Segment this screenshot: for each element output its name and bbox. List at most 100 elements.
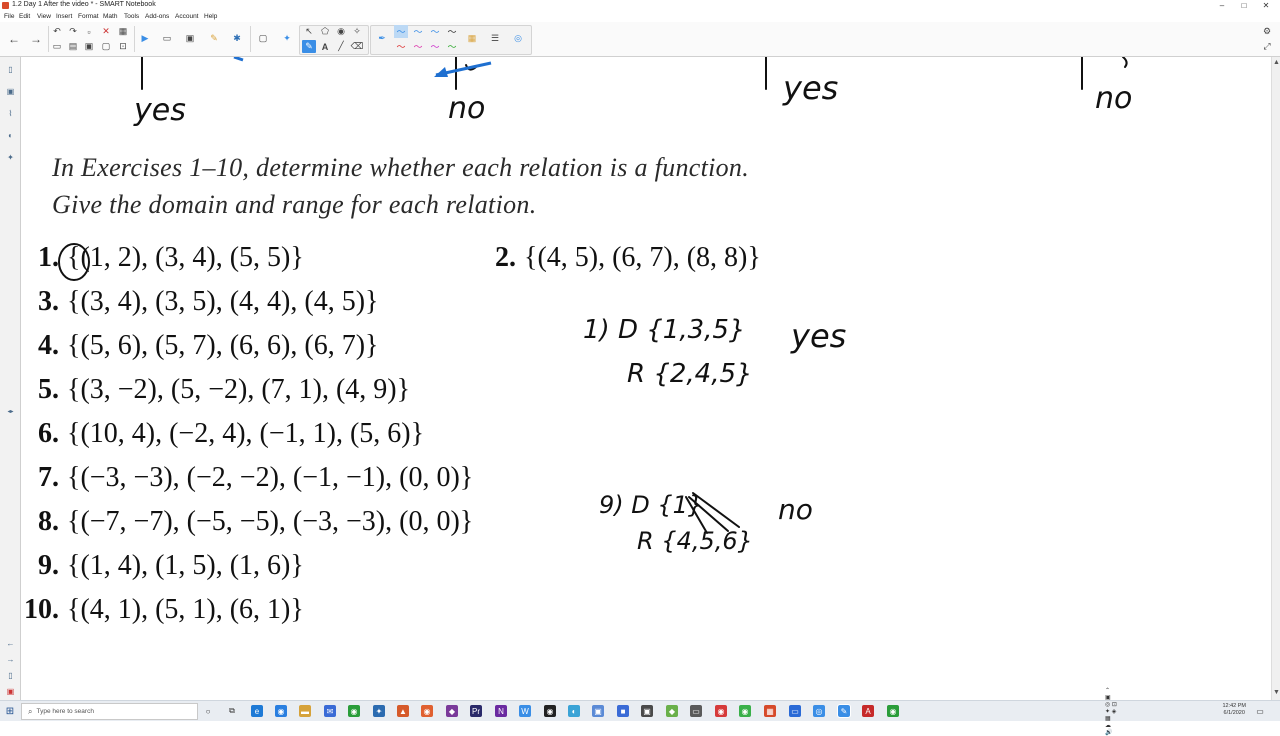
- minimize-icon[interactable]: –: [1210, 0, 1234, 11]
- pen-style-1-icon[interactable]: 〜: [394, 25, 408, 38]
- obs-icon[interactable]: ◉: [544, 705, 556, 717]
- app-icon-1[interactable]: ✦: [373, 705, 385, 717]
- mail-icon[interactable]: ✉: [324, 705, 336, 717]
- clock[interactable]: 12:42 PM 6/1/2020: [1222, 703, 1246, 717]
- pen-style-3-icon[interactable]: 〜: [428, 25, 442, 38]
- menu-edit[interactable]: Edit: [19, 13, 30, 20]
- menu-format[interactable]: Format: [78, 13, 99, 20]
- notifications-icon[interactable]: ▭: [1254, 705, 1266, 717]
- pen-style-4-icon[interactable]: 〜: [445, 25, 459, 38]
- maximize-icon[interactable]: □: [1232, 0, 1256, 11]
- vertical-scrollbar[interactable]: ▲ ▼: [1271, 57, 1280, 700]
- undo-icon[interactable]: ↶: [50, 25, 64, 38]
- onenote-icon[interactable]: N: [495, 705, 507, 717]
- app-icon-10[interactable]: ▭: [690, 705, 702, 717]
- next-page-icon[interactable]: →: [5, 653, 16, 665]
- menu-view[interactable]: View: [37, 13, 51, 20]
- line-style-icon[interactable]: ☰: [488, 32, 502, 45]
- text-icon[interactable]: A: [318, 40, 332, 53]
- chrome-icon[interactable]: ◉: [275, 705, 287, 717]
- save-icon[interactable]: ▣: [82, 40, 96, 53]
- delete-icon[interactable]: ✕: [99, 25, 113, 38]
- menu-help[interactable]: Help: [204, 13, 217, 20]
- app-icon-11[interactable]: ◉: [715, 705, 727, 717]
- chrome-2-icon[interactable]: ◉: [348, 705, 360, 717]
- pen-icon[interactable]: ✎: [302, 40, 316, 53]
- taskbar-search[interactable]: ⌕ Type here to search: [21, 703, 198, 720]
- app-icon-7[interactable]: ■: [617, 705, 629, 717]
- settings-icon[interactable]: ⚙: [1260, 25, 1274, 38]
- app-icon-15[interactable]: ◎: [813, 705, 825, 717]
- properties-tab-icon[interactable]: ◐: [5, 129, 16, 141]
- menu-file[interactable]: File: [4, 13, 14, 20]
- task-view-icon[interactable]: ⧉: [226, 705, 238, 717]
- premiere-icon[interactable]: Pr: [470, 705, 482, 717]
- screen-shade-icon[interactable]: ▶: [138, 32, 152, 45]
- notebook-page[interactable]: yes no yes no In Exercises 1–10, determi…: [21, 57, 1271, 700]
- pen-color-pink-icon[interactable]: 〜: [411, 40, 425, 53]
- color-palette-icon[interactable]: ▦: [465, 32, 479, 45]
- sidebar-toggle-icon[interactable]: ◂▸: [5, 405, 16, 417]
- edge-icon[interactable]: e: [251, 705, 263, 717]
- app-icon-13[interactable]: ▦: [764, 705, 776, 717]
- scroll-down-icon[interactable]: ▼: [1273, 689, 1280, 696]
- app-icon-14[interactable]: ▭: [789, 705, 801, 717]
- smart-notebook-icon[interactable]: ✎: [837, 704, 851, 718]
- scroll-up-icon[interactable]: ▲: [1273, 59, 1280, 66]
- menu-tools[interactable]: Tools: [124, 13, 139, 20]
- cortana-icon[interactable]: ○: [202, 705, 214, 717]
- pen-type-icon[interactable]: ✒: [375, 32, 389, 45]
- screen-icon[interactable]: ▢: [99, 40, 113, 53]
- previous-page-icon[interactable]: ←: [5, 637, 16, 649]
- paste-icon[interactable]: ▤: [66, 40, 80, 53]
- magic-pen-icon[interactable]: ✧: [350, 25, 364, 38]
- gallery-icon[interactable]: ▣: [5, 85, 16, 97]
- document-camera-icon[interactable]: ▢: [256, 32, 270, 45]
- page-icon[interactable]: ▫: [82, 25, 96, 38]
- menu-math[interactable]: Math: [103, 13, 117, 20]
- app-icon-9[interactable]: ◆: [666, 705, 678, 717]
- menu-account[interactable]: Account: [175, 13, 199, 20]
- notes-icon[interactable]: ✎: [207, 32, 221, 45]
- app-icon-5[interactable]: ◐: [568, 705, 580, 717]
- windows-start-icon[interactable]: ⊞: [4, 705, 16, 717]
- acrobat-icon[interactable]: A: [862, 705, 874, 717]
- delete-page-icon[interactable]: ▣: [5, 685, 16, 697]
- table-icon[interactable]: ▦: [116, 25, 130, 38]
- app-icon-4[interactable]: ◆: [446, 705, 458, 717]
- chrome-3-icon[interactable]: ◉: [887, 705, 899, 717]
- app-icon-6[interactable]: ▣: [592, 705, 604, 717]
- capture-icon[interactable]: ⊡: [116, 40, 130, 53]
- close-icon[interactable]: ✕: [1254, 0, 1278, 11]
- file-explorer-icon[interactable]: ▬: [299, 705, 311, 717]
- attachments-icon[interactable]: ⌇: [5, 107, 16, 119]
- select-icon[interactable]: ↖: [302, 25, 316, 38]
- tray-icons[interactable]: ⌃ ▣ ◎ ⊡ ✦ ◈ ▦ ☁ 🔊: [1105, 688, 1117, 736]
- response-icon[interactable]: ✦: [280, 32, 294, 45]
- shapes-icon[interactable]: ⬠: [318, 25, 332, 38]
- addons-tab-icon[interactable]: ✦: [5, 151, 16, 163]
- page-sorter-icon[interactable]: ▯: [5, 63, 16, 75]
- pen-color-purple-icon[interactable]: 〜: [428, 40, 442, 53]
- record-icon[interactable]: ▣: [183, 32, 197, 45]
- back-arrow-icon[interactable]: ←: [7, 32, 21, 46]
- expand-icon[interactable]: ⤢: [1260, 40, 1274, 53]
- app-icon-2[interactable]: ▲: [397, 705, 409, 717]
- app-icon-3[interactable]: ◉: [421, 705, 433, 717]
- app-icon-12[interactable]: ◉: [739, 705, 751, 717]
- properties-icon[interactable]: ◎: [511, 32, 525, 45]
- word-icon[interactable]: W: [519, 705, 531, 717]
- menu-insert[interactable]: Insert: [56, 13, 72, 20]
- pen-color-red-icon[interactable]: 〜: [394, 40, 408, 53]
- forward-arrow-icon[interactable]: →: [29, 32, 43, 46]
- pen-style-2-icon[interactable]: 〜: [411, 25, 425, 38]
- line-icon[interactable]: ╱: [334, 40, 348, 53]
- measure-icon[interactable]: ▭: [160, 32, 174, 45]
- menu-addons[interactable]: Add-ons: [145, 13, 169, 20]
- fill-icon[interactable]: ◉: [334, 25, 348, 38]
- redo-icon[interactable]: ↷: [66, 25, 80, 38]
- app-icon-8[interactable]: ▣: [641, 705, 653, 717]
- eraser-icon[interactable]: ⌫: [350, 40, 364, 53]
- pen-color-green-icon[interactable]: 〜: [445, 40, 459, 53]
- open-icon[interactable]: ▭: [50, 40, 64, 53]
